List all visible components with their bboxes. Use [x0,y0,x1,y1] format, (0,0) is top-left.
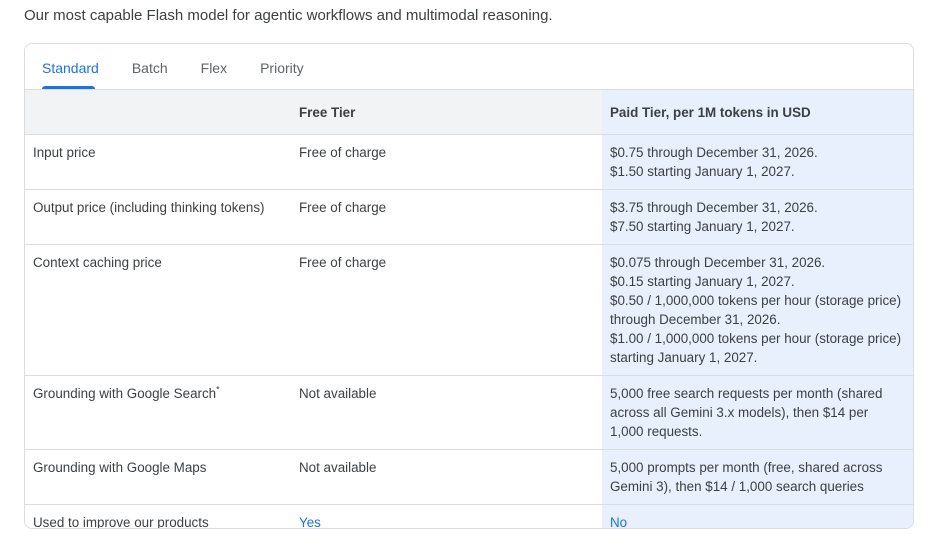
paid-tier-no-link[interactable]: No [610,515,627,528]
model-description: Our most capable Flash model for agentic… [24,7,553,24]
row-label-grounding-maps: Grounding with Google Maps [25,449,291,505]
header-label-column [25,89,291,135]
tab-priority[interactable]: Priority [260,60,304,89]
table-header-row: Free Tier Paid Tier, per 1M tokens in US… [25,89,913,135]
row-label-grounding-search: Grounding with Google Search* [25,375,291,450]
header-free-tier: Free Tier [291,89,602,135]
paid-tier-cell: $3.75 through December 31, 2026. $7.50 s… [602,189,913,245]
paid-tier-cell: 5,000 prompts per month (free, shared ac… [602,449,913,505]
table-row: Used to improve our products Yes No [25,504,913,529]
pricing-card: Standard Batch Flex Priority Free Tier P… [24,43,914,529]
tab-batch[interactable]: Batch [132,60,168,89]
table-row: Output price (including thinking tokens)… [25,189,913,245]
paid-line: $0.075 through December 31, 2026. [610,255,826,270]
table-row: Input price Free of charge $0.75 through… [25,134,913,190]
paid-tier-cell: $0.75 through December 31, 2026. $1.50 s… [602,134,913,190]
paid-tier-cell: No [602,504,913,528]
header-paid-tier: Paid Tier, per 1M tokens in USD [602,89,913,135]
paid-tier-cell: 5,000 free search requests per month (sh… [602,375,913,450]
table-row: Grounding with Google Search* Not availa… [25,375,913,450]
paid-line: $1.50 starting January 1, 2027. [610,164,795,179]
paid-line: $0.75 through December 31, 2026. [610,145,818,160]
row-label-used-to-improve: Used to improve our products [33,515,209,529]
row-label-output-price: Output price (including thinking tokens) [25,189,291,245]
tab-flex[interactable]: Flex [201,60,227,89]
free-tier-cell: Not available [291,375,602,450]
table-row: Context caching price Free of charge $0.… [25,244,913,376]
pricing-tabs: Standard Batch Flex Priority [25,44,913,89]
paid-line: $0.50 / 1,000,000 tokens per hour (stora… [610,293,902,327]
row-label-input-price: Input price [25,134,291,190]
free-tier-cell: Free of charge [291,244,602,376]
free-tier-cell: Free of charge [291,189,602,245]
free-tier-cell: Not available [291,449,602,505]
paid-tier-cell: $0.075 through December 31, 2026. $0.15 … [602,244,913,376]
paid-line: $1.00 / 1,000,000 tokens per hour (stora… [610,331,902,365]
free-tier-cell: Free of charge [291,134,602,190]
table-row: Grounding with Google Maps Not available… [25,449,913,505]
row-label-context-caching: Context caching price [25,244,291,376]
pricing-table: Free Tier Paid Tier, per 1M tokens in US… [25,89,913,529]
footnote-marker: * [216,384,220,395]
row-label-text: Grounding with Google Search [33,386,217,401]
paid-line: $3.75 through December 31, 2026. [610,200,818,215]
free-tier-yes-link[interactable]: Yes [299,515,321,528]
free-tier-cell: Yes [291,505,602,528]
tab-standard[interactable]: Standard [42,60,99,89]
paid-line: $7.50 starting January 1, 2027. [610,219,795,234]
paid-line: $0.15 starting January 1, 2027. [610,274,795,289]
